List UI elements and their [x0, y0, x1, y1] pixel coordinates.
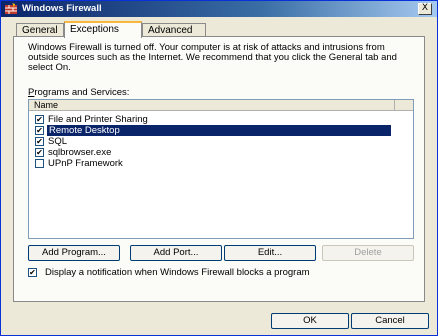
programs-label: Programs and Services: [28, 87, 129, 98]
checkbox[interactable]: ✔ [35, 148, 44, 157]
close-icon: X [421, 3, 429, 13]
list-header: Name [29, 100, 413, 111]
list-item[interactable]: ✔ Remote Desktop [31, 125, 393, 136]
list-item-label: Remote Desktop [47, 125, 391, 136]
exceptions-panel: Windows Firewall is turned off. Your com… [13, 36, 425, 302]
notify-checkbox[interactable]: ✔ [28, 268, 37, 277]
add-port-button[interactable]: Add Port... [130, 245, 222, 261]
column-header-name[interactable]: Name [29, 100, 395, 111]
tab-exceptions[interactable]: Exceptions [64, 21, 142, 38]
list-item-label: sqlbrowser.exe [48, 147, 112, 158]
tab-advanced[interactable]: Advanced [142, 23, 206, 37]
list-item[interactable]: ✔ SQL [31, 136, 393, 147]
edit-button[interactable]: Edit... [224, 245, 316, 261]
programs-list[interactable]: Name ✔ File and Printer Sharing ✔ Remote… [28, 99, 414, 239]
title-bar[interactable]: Windows Firewall X [1, 1, 437, 17]
list-item[interactable]: UPnP Framework [31, 158, 393, 169]
programs-label-text: rograms and Services: [34, 87, 130, 98]
firewall-dialog: Windows Firewall X General Exceptions Ad… [0, 0, 438, 336]
firewall-icon [5, 3, 17, 14]
tab-general[interactable]: General [16, 23, 64, 37]
ok-button[interactable]: OK [271, 313, 349, 329]
add-program-button[interactable]: Add Program... [28, 245, 120, 261]
checkbox[interactable]: ✔ [35, 137, 44, 146]
list-item-label: File and Printer Sharing [48, 114, 148, 125]
delete-button[interactable]: Delete [322, 245, 414, 261]
checkbox[interactable]: ✔ [35, 126, 44, 135]
list-item[interactable]: ✔ File and Printer Sharing [31, 114, 393, 125]
checkbox[interactable] [35, 159, 44, 168]
list-item-label: UPnP Framework [48, 158, 123, 169]
notify-label: Display a notification when Windows Fire… [45, 267, 310, 278]
list-item[interactable]: ✔ sqlbrowser.exe [31, 147, 393, 158]
list-item-label: SQL [48, 136, 68, 147]
window-title: Windows Firewall [22, 3, 102, 14]
checkbox[interactable]: ✔ [35, 115, 44, 124]
firewall-off-notice: Windows Firewall is turned off. Your com… [28, 42, 397, 73]
cancel-button[interactable]: Cancel [351, 313, 429, 329]
close-button[interactable]: X [418, 3, 432, 15]
